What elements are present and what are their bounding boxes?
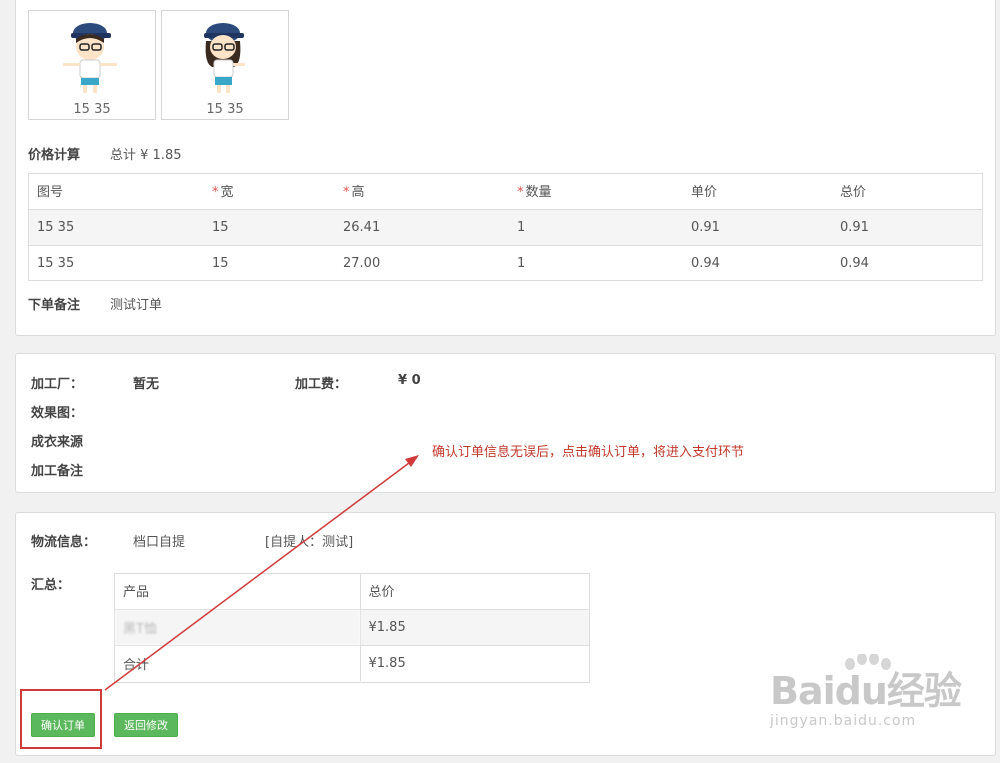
watermark-url: jingyan.baidu.com (770, 713, 917, 729)
annotation-arrow (104, 455, 419, 691)
paw-icon (845, 654, 891, 670)
baidu-watermark: Baidu经验 jingyan.baidu.com (770, 654, 962, 729)
annotation-text: 确认订单信息无误后，点击确认订单，将进入支付环节 (432, 445, 745, 460)
